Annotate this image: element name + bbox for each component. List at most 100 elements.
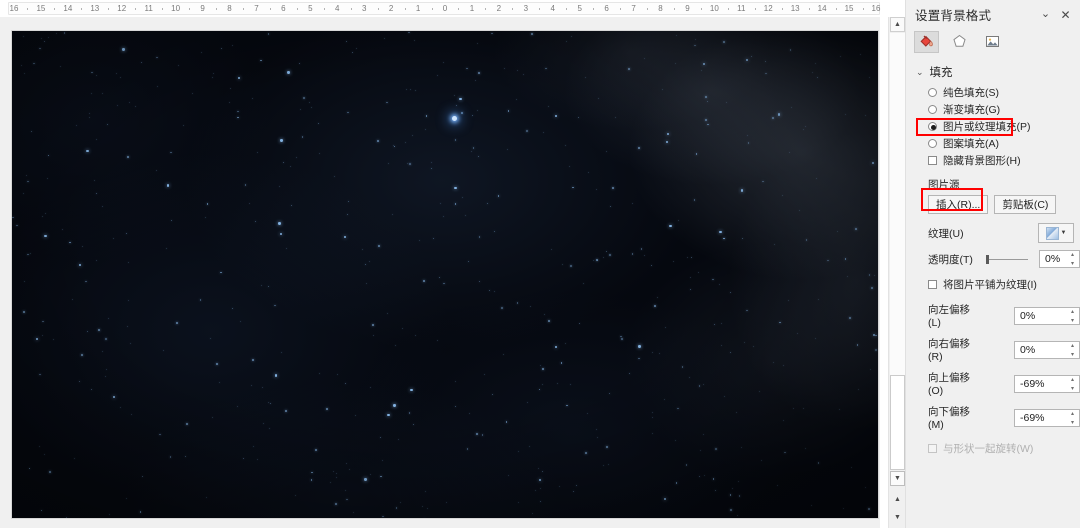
radio-pattern-fill[interactable]: 图案填充(A) xyxy=(928,135,1080,152)
picture-source-label: 图片源 xyxy=(928,179,960,191)
triangle-up-icon[interactable]: ▴ xyxy=(1071,343,1074,349)
offset-left-spinner[interactable]: 0% ▴ ▾ xyxy=(1014,306,1080,325)
ruler-minor-mark xyxy=(54,8,56,10)
scroll-page-button[interactable]: ▼ xyxy=(890,471,905,486)
option-label: 图案填充(A) xyxy=(943,138,999,150)
triangle-down-icon: ▼ xyxy=(894,475,901,482)
vignette-overlay xyxy=(12,31,878,518)
spinner-arrows[interactable]: ▴ ▾ xyxy=(1067,343,1078,358)
radio-picture-texture-fill[interactable]: 图片或纹理填充(P) xyxy=(928,118,1080,135)
ruler-tick-label: 0 xyxy=(442,4,448,13)
powerpoint-window: 16 15 14 13 12 11 10 9 8 7 6 5 4 3 2 1 0 1 2 3 4 5 6 7 8 9 10 11 12 1… xyxy=(0,0,1080,528)
radio-solid-fill[interactable]: 纯色填充(S) xyxy=(928,84,1080,101)
offset-left-value: 0% xyxy=(1020,309,1036,322)
spinner-arrows[interactable]: ▴ ▾ xyxy=(1067,309,1078,324)
texture-picker-button[interactable]: ▼ xyxy=(1038,223,1074,243)
spinner-arrows[interactable]: ▴ ▾ xyxy=(1067,252,1078,267)
slider-knob[interactable] xyxy=(986,255,989,264)
triangle-up-icon[interactable]: ▴ xyxy=(1071,377,1074,383)
triangle-down-icon[interactable]: ▾ xyxy=(1071,261,1074,267)
next-slide-button[interactable]: ▼ xyxy=(890,510,905,525)
offset-top-value: -69% xyxy=(1020,377,1045,390)
insert-picture-button[interactable]: 插入(R)... xyxy=(928,195,989,214)
ruler-tick-label: 1 xyxy=(469,4,475,13)
spinner-arrows[interactable]: ▴ ▾ xyxy=(1067,411,1078,426)
radio-indicator xyxy=(928,122,937,131)
ruler-minor-mark xyxy=(512,8,514,10)
offset-right-row: 向右偏移(R) 0% ▴ ▾ xyxy=(928,336,1080,363)
ruler-tick-label: 6 xyxy=(281,4,286,13)
triangle-down-icon[interactable]: ▾ xyxy=(1071,420,1074,426)
ruler-minor-mark xyxy=(862,8,864,10)
offset-bottom-row: 向下偏移(M) -69% ▴ ▾ xyxy=(928,404,1080,431)
offset-right-label: 向右偏移(R) xyxy=(928,338,970,363)
ruler-tick-label: 4 xyxy=(335,4,340,13)
radio-indicator xyxy=(928,139,937,148)
previous-slide-button[interactable]: ▲ xyxy=(890,492,905,507)
ruler-minor-mark xyxy=(647,8,649,10)
checkbox-rotate-with-shape: 与形状一起旋转(W) xyxy=(928,440,1080,457)
ruler-tick-label: 4 xyxy=(550,4,555,13)
panel-body: ⌄ 填充 纯色填充(S) 渐变填充(G) 图片或纹理填充(P) 图案填充(A) xyxy=(906,64,1080,457)
ruler-minor-mark xyxy=(81,8,83,10)
offset-right-value: 0% xyxy=(1020,343,1036,356)
fill-section-title: 填充 xyxy=(929,67,953,79)
ruler-tick-label: 12 xyxy=(117,4,127,13)
ruler-minor-mark xyxy=(593,8,595,10)
ruler-tick-label: 3 xyxy=(361,4,367,13)
fill-bucket-icon xyxy=(920,35,933,47)
ruler-minor-mark xyxy=(431,8,433,10)
triangle-up-icon[interactable]: ▴ xyxy=(1071,411,1074,417)
radio-gradient-fill[interactable]: 渐变填充(G) xyxy=(928,101,1080,118)
tab-picture[interactable] xyxy=(980,31,1005,53)
checkbox-hide-background-graphics[interactable]: 隐藏背景图形(H) xyxy=(928,152,1080,169)
checkbox-tile-as-texture[interactable]: 将图片平铺为纹理(I) xyxy=(928,276,1080,293)
scroll-up-button[interactable]: ▲ xyxy=(890,17,905,32)
ruler-tick-label: 9 xyxy=(685,4,690,13)
checkbox-indicator xyxy=(928,444,937,453)
triangle-down-icon[interactable]: ▾ xyxy=(1071,386,1074,392)
ruler-tick-label: 9 xyxy=(200,4,205,13)
ruler-tick-label: 12 xyxy=(763,4,773,13)
triangle-up-icon[interactable]: ▴ xyxy=(1071,309,1074,315)
radio-indicator xyxy=(928,105,937,114)
tab-effects[interactable] xyxy=(947,31,972,53)
triangle-down-icon[interactable]: ▾ xyxy=(1071,352,1074,358)
ruler-tick-label: 7 xyxy=(631,4,636,13)
option-label: 将图片平铺为纹理(I) xyxy=(943,279,1037,291)
panel-title: 设置背景格式 xyxy=(915,8,992,23)
offset-bottom-spinner[interactable]: -69% ▴ ▾ xyxy=(1014,408,1080,427)
offset-top-spinner[interactable]: -69% ▴ ▾ xyxy=(1014,374,1080,393)
ruler-minor-mark xyxy=(216,8,218,10)
triangle-up-icon[interactable]: ▴ xyxy=(1071,252,1074,258)
horizontal-ruler[interactable]: 16 15 14 13 12 11 10 9 8 7 6 5 4 3 2 1 0 1 2 3 4 5 6 7 8 9 10 11 12 1… xyxy=(0,0,905,17)
scrollbar-thumb[interactable] xyxy=(890,375,905,470)
fill-section-header[interactable]: ⌄ 填充 xyxy=(916,64,1080,80)
slide-canvas[interactable] xyxy=(12,31,878,518)
offset-left-row: 向左偏移(L) 0% ▴ ▾ xyxy=(928,302,1080,329)
ruler-tick-label: 8 xyxy=(227,4,232,13)
panel-close-button[interactable]: ✕ xyxy=(1057,6,1074,23)
format-background-panel: 设置背景格式 ⌄ ✕ ⌄ 填充 纯色填充(S) 渐变填充(G) 图片或纹理填充(… xyxy=(905,0,1080,528)
ruler-minor-mark xyxy=(350,8,352,10)
ruler-tick-label: 13 xyxy=(790,4,800,13)
picture-icon xyxy=(986,36,999,47)
vertical-scrollbar[interactable]: ▲ ▼ ▲ ▼ xyxy=(888,17,905,528)
transparency-spinner[interactable]: 0% ▴ ▾ xyxy=(1039,250,1080,268)
clipboard-button[interactable]: 剪贴板(C) xyxy=(994,195,1057,214)
ruler-tick-label: 5 xyxy=(577,4,582,13)
transparency-row: 透明度(T) 0% ▴ ▾ xyxy=(928,250,1080,268)
ruler-minor-mark xyxy=(242,8,244,10)
offset-right-spinner[interactable]: 0% ▴ ▾ xyxy=(1014,340,1080,359)
panel-collapse-button[interactable]: ⌄ xyxy=(1037,6,1054,23)
ruler-tick-label: 15 xyxy=(36,4,46,13)
transparency-slider[interactable] xyxy=(984,251,1032,267)
ruler-minor-mark xyxy=(781,8,783,10)
tab-fill[interactable] xyxy=(914,30,939,53)
spinner-arrows[interactable]: ▴ ▾ xyxy=(1067,377,1078,392)
ruler-tick-label: 10 xyxy=(709,4,719,13)
triangle-down-icon[interactable]: ▾ xyxy=(1071,318,1074,324)
ruler-tick-label: 3 xyxy=(523,4,529,13)
ruler-minor-mark xyxy=(27,8,29,10)
panel-header: 设置背景格式 ⌄ ✕ xyxy=(906,0,1080,28)
